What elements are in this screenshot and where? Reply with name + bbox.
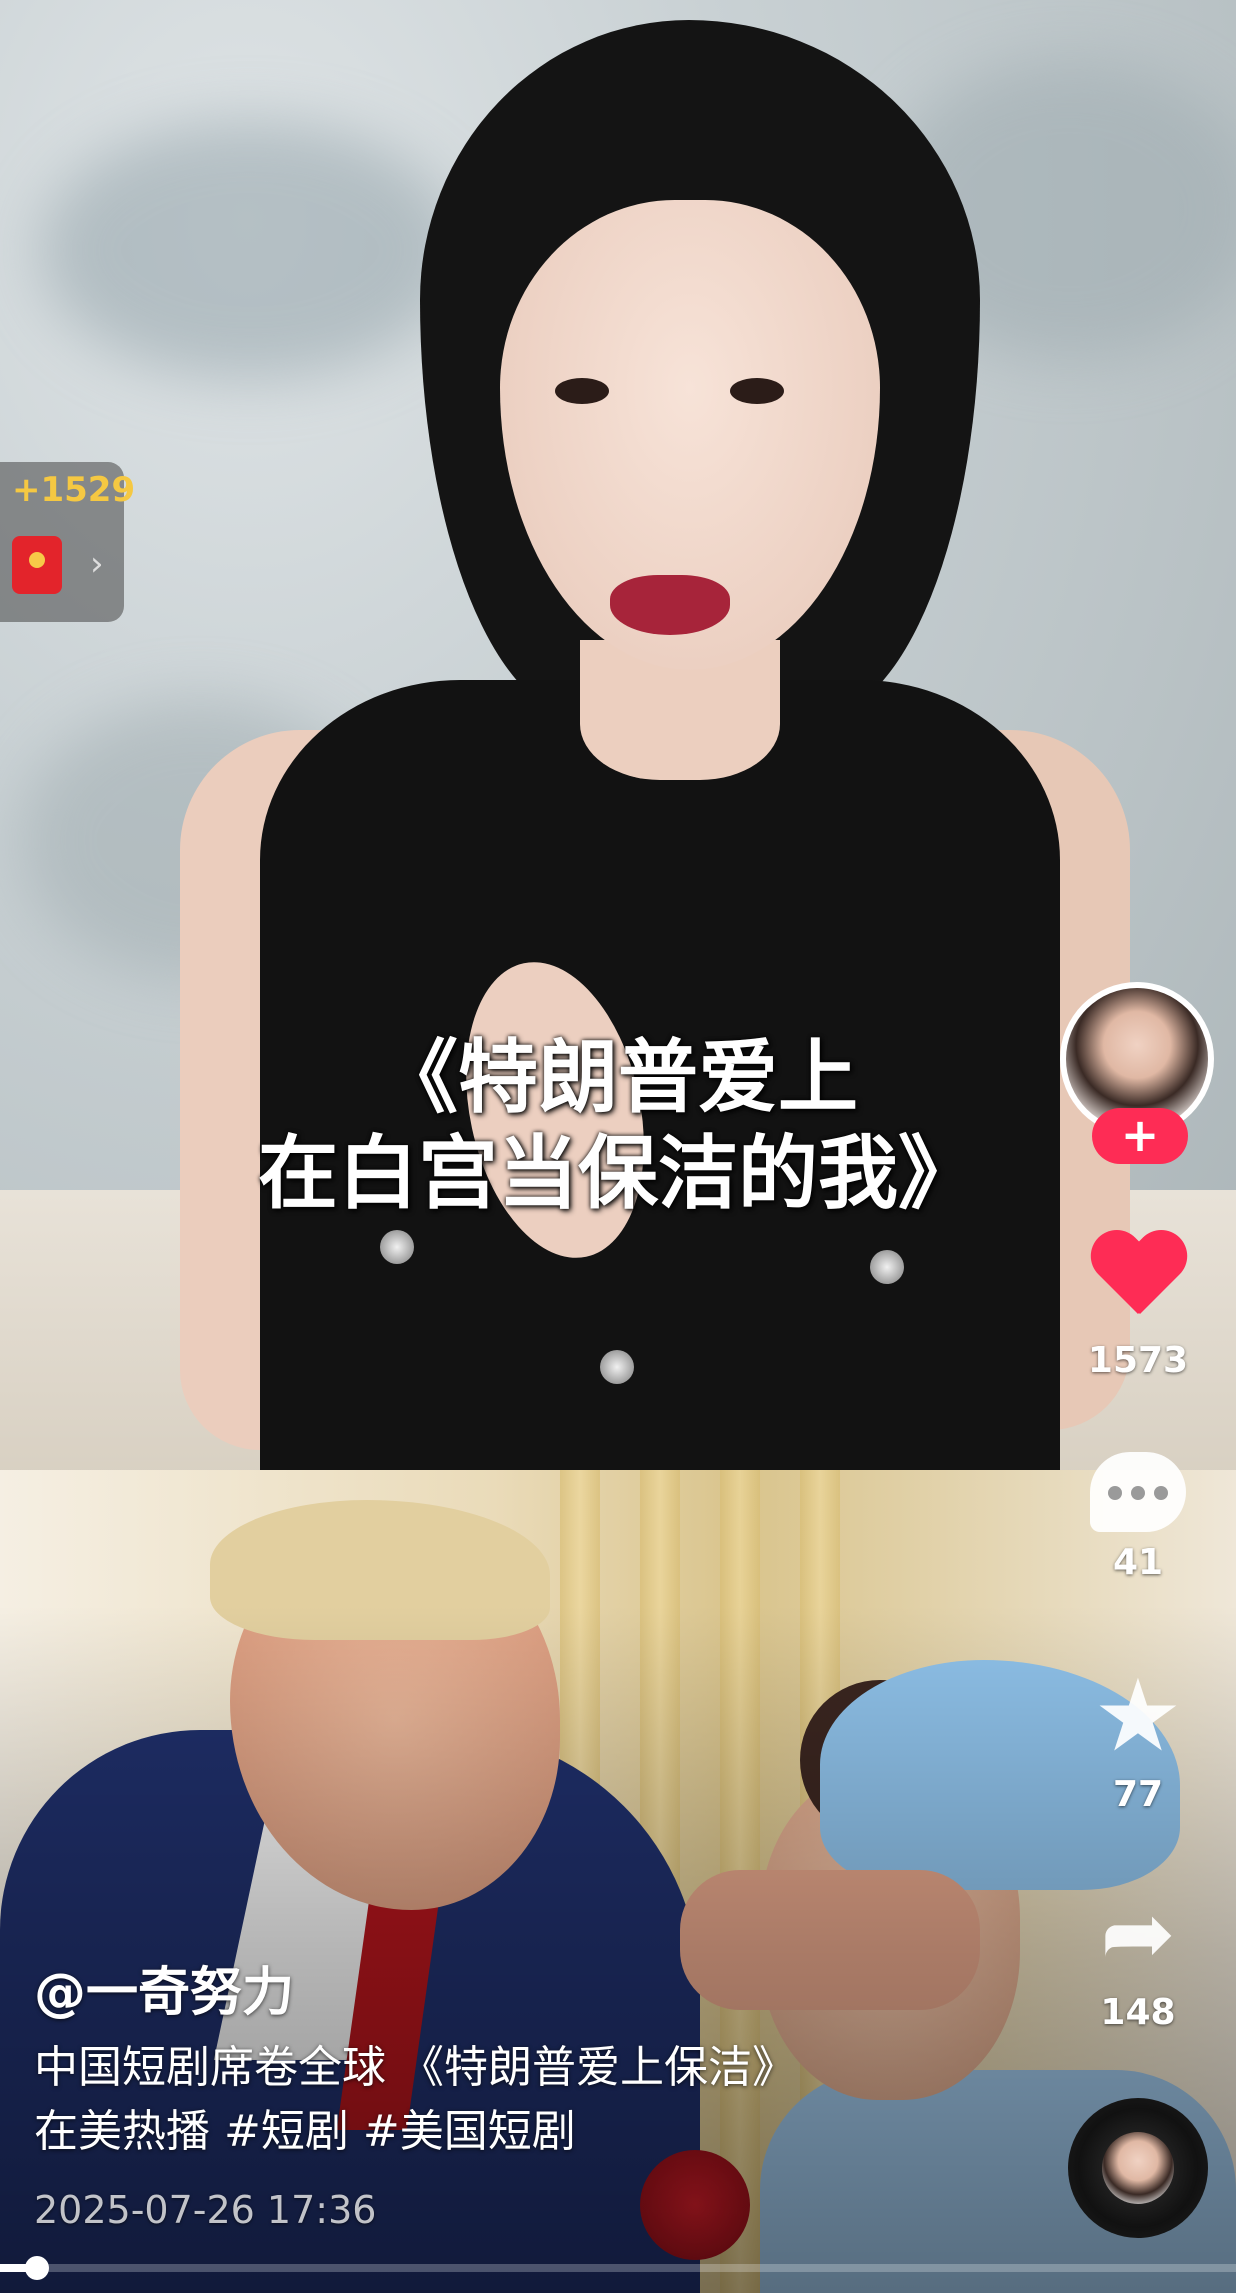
author-name[interactable]: @一奇努力: [34, 1950, 294, 2025]
comment-button[interactable]: 41: [1082, 1452, 1194, 1583]
subtitle-line: 《特朗普爱上: [378, 1031, 858, 1124]
video-subtitle: 《特朗普爱上 在白宫当保洁的我》: [0, 1030, 1236, 1222]
post-timestamp: 2025-07-26 17:36: [34, 2188, 377, 2232]
favorite-button[interactable]: ★ 77: [1082, 1657, 1194, 1816]
description-line: 中国短剧席卷全球 《特朗普爱上保洁》: [34, 2042, 796, 2093]
description-line: 在美热播 #短剧 #美国短剧: [34, 2106, 576, 2157]
comment-icon: [1090, 1452, 1186, 1532]
subtitle-line: 在白宫当保洁的我》: [258, 1127, 978, 1220]
favorite-count: 77: [1112, 1774, 1164, 1815]
music-disc-icon[interactable]: [1068, 2098, 1208, 2238]
reward-widget[interactable]: +1529 ›: [0, 462, 135, 622]
heart-icon: [1088, 1232, 1188, 1322]
progress-bar[interactable]: [0, 2256, 1236, 2280]
post-description[interactable]: 中国短剧席卷全球 《特朗普爱上保洁》 在美热播 #短剧 #美国短剧: [34, 2036, 796, 2164]
music-cover: [1102, 2132, 1174, 2204]
like-button[interactable]: 1573: [1082, 1232, 1194, 1381]
reward-amount: +1529: [12, 470, 136, 510]
progress-knob[interactable]: [25, 2256, 50, 2280]
share-icon: ➦: [1100, 1881, 1176, 1986]
red-packet-icon: [12, 536, 62, 594]
like-count: 1573: [1087, 1340, 1189, 1381]
share-count: 148: [1100, 1992, 1176, 2033]
comment-count: 41: [1112, 1542, 1164, 1583]
follow-button[interactable]: +: [1092, 1108, 1188, 1164]
star-icon: ★: [1093, 1657, 1183, 1774]
chevron-right-icon: ›: [90, 544, 104, 584]
share-button[interactable]: ➦ 148: [1082, 1881, 1194, 2034]
